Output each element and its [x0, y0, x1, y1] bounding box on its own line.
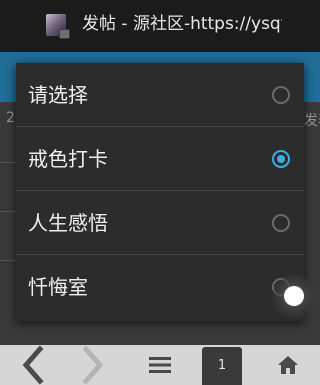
category-select-dialog: 请选择 戒色打卡 人生感悟 忏悔室 [16, 63, 304, 321]
tab-count-badge: 1 [202, 347, 242, 385]
app-icon [46, 14, 70, 39]
radio-unchecked-icon[interactable] [272, 214, 290, 232]
back-button[interactable] [12, 345, 52, 385]
option-life-insight[interactable]: 人生感悟 [16, 191, 304, 255]
tabs-button[interactable]: 1 [200, 345, 244, 385]
forward-button[interactable] [74, 345, 114, 385]
option-confession-room[interactable]: 忏悔室 [16, 255, 304, 320]
background-text-right: 发表 [304, 113, 320, 129]
option-label: 人生感悟 [28, 211, 108, 235]
home-icon [278, 356, 298, 374]
radio-unchecked-icon[interactable] [272, 86, 290, 104]
option-checkin[interactable]: 戒色打卡 [16, 127, 304, 191]
floating-assistive-touch-button[interactable] [271, 273, 317, 319]
hamburger-menu-icon [149, 357, 171, 373]
menu-button[interactable] [140, 345, 180, 385]
option-label: 戒色打卡 [28, 147, 108, 171]
option-label: 忏悔室 [28, 275, 88, 299]
radio-checked-icon[interactable] [272, 150, 290, 168]
chevron-left-icon [22, 345, 44, 385]
window-title: 发帖 - 源社区-https://ysqt [82, 14, 282, 34]
chevron-right-icon [82, 345, 104, 385]
background-dividers [0, 162, 16, 312]
option-please-select[interactable]: 请选择 [16, 63, 304, 127]
title-bar: 发帖 - 源社区-https://ysqt [0, 0, 320, 52]
background-text-left: 2 [6, 110, 15, 126]
bottom-toolbar: 1 [0, 345, 320, 385]
home-button[interactable] [268, 345, 308, 385]
option-label: 请选择 [28, 83, 88, 107]
